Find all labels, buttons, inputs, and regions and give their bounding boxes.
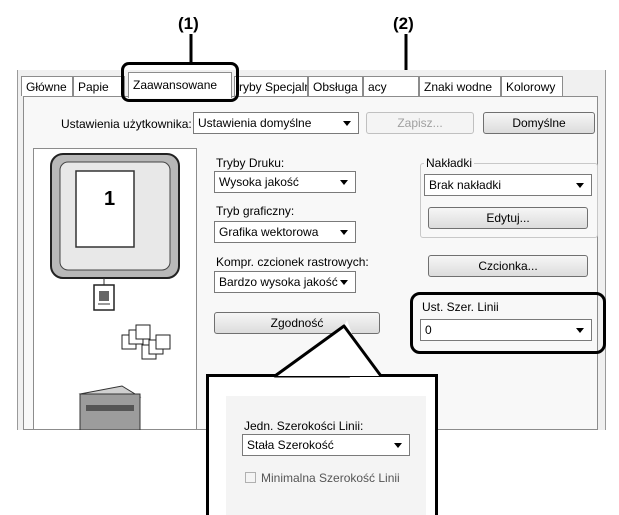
chevron-down-icon — [394, 443, 402, 448]
line-width-unit-select[interactable]: Stała Szerokość — [242, 434, 410, 456]
min-line-width-checkbox[interactable] — [245, 472, 256, 483]
min-line-width-label: Minimalna Szerokość Linii — [261, 471, 400, 485]
line-width-unit-value: Stała Szerokość — [247, 438, 334, 452]
line-width-unit-label: Jedn. Szerokości Linii: — [244, 419, 364, 433]
callout-1-highlight-frame — [121, 62, 239, 102]
